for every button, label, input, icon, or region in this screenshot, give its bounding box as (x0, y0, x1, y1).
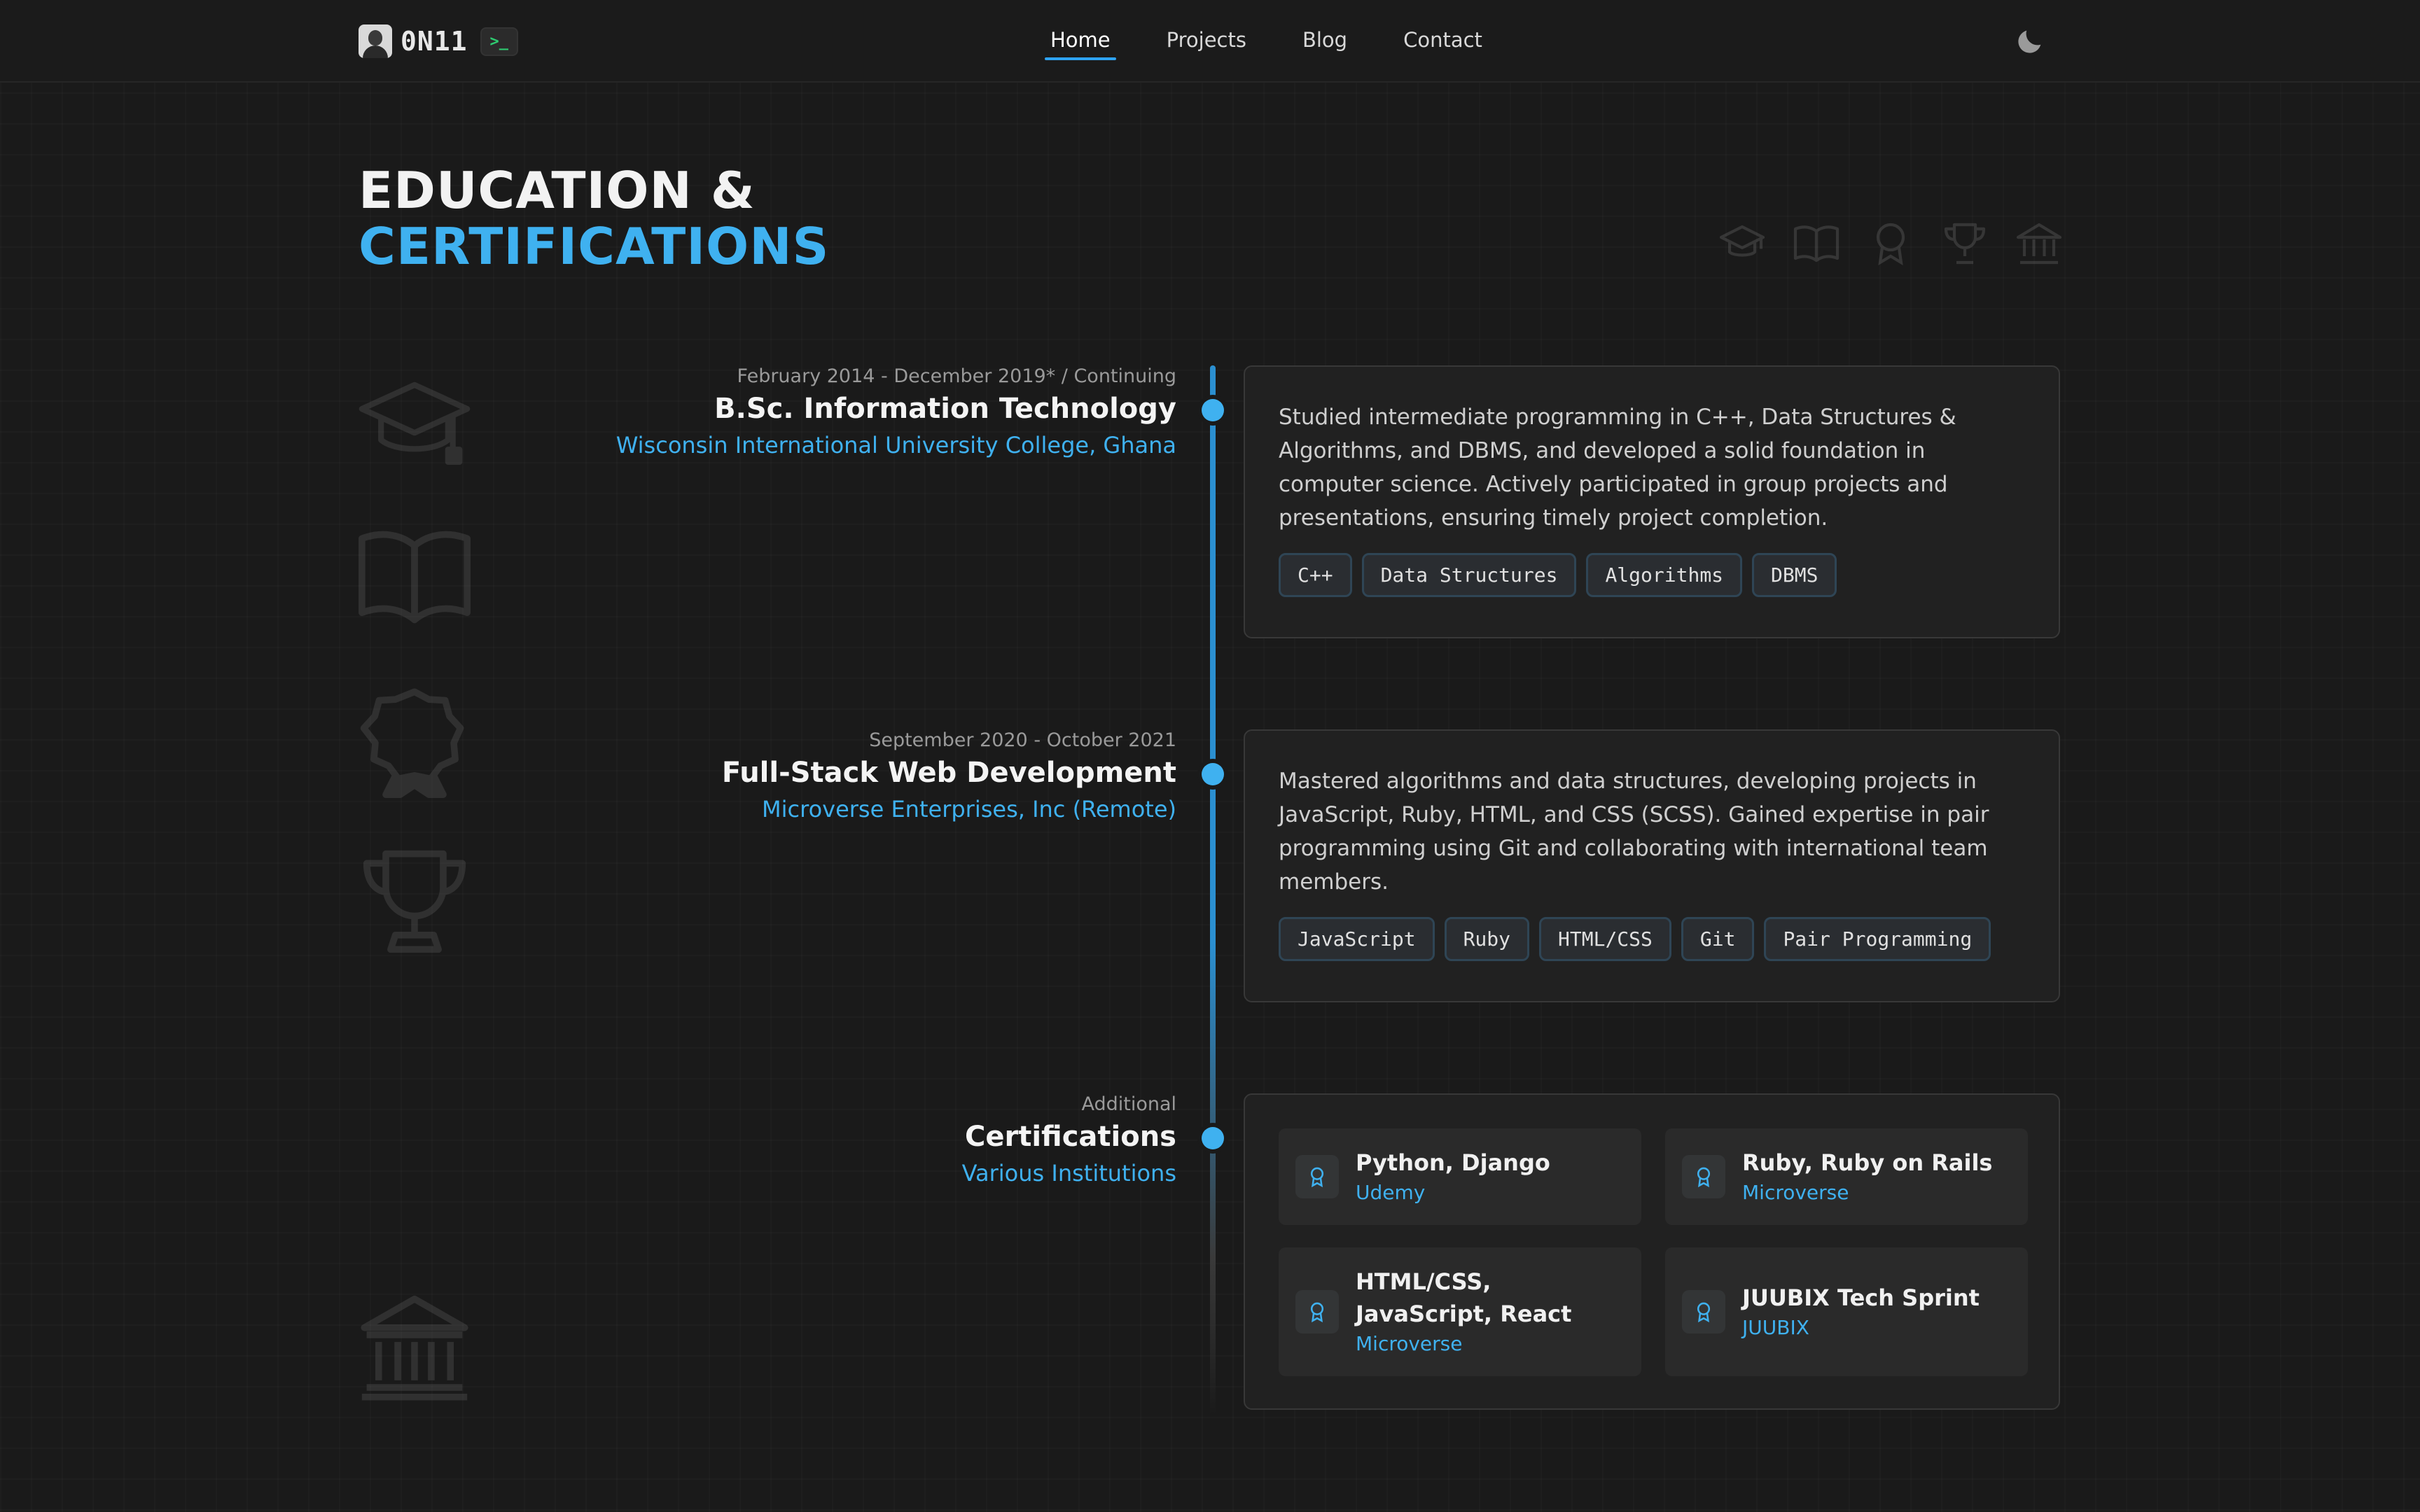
entry-description: Studied intermediate programming in C++,… (1279, 405, 1956, 531)
entry-description: Mastered algorithms and data structures,… (1279, 769, 1989, 895)
skill-tag: Git (1681, 917, 1755, 961)
nav-link-blog[interactable]: Blog (1302, 28, 1347, 60)
entry-meta-bsc: February 2014 - December 2019* / Continu… (476, 364, 1176, 462)
entry-institution: Wisconsin International University Colle… (616, 432, 1176, 458)
certification-title: HTML/CSS, JavaScript, React (1356, 1268, 1572, 1327)
certification-org: JUUBIX (1742, 1316, 1809, 1339)
brand-logo[interactable]: 0N11 >_ (359, 24, 519, 59)
entry-institution: Microverse Enterprises, Inc (Remote) (762, 796, 1176, 822)
skill-tag: DBMS (1752, 553, 1837, 597)
certification-title: JUUBIX Tech Sprint (1742, 1284, 1980, 1311)
nav-link-home[interactable]: Home (1045, 28, 1116, 60)
certification-item: HTML/CSS, JavaScript, React Microverse (1279, 1247, 1641, 1376)
entry-card-fullstack: Mastered algorithms and data structures,… (1244, 729, 2060, 1002)
skill-tag: Ruby (1444, 917, 1530, 961)
entry-card-bsc: Studied intermediate programming in C++,… (1244, 365, 2060, 638)
entry-institution: Various Institutions (961, 1160, 1176, 1186)
certification-title: Ruby, Ruby on Rails (1742, 1149, 1993, 1176)
skill-tag: HTML/CSS (1539, 917, 1671, 961)
nav-link-projects[interactable]: Projects (1167, 28, 1246, 60)
timeline-dot (1202, 1127, 1224, 1149)
theme-toggle-button[interactable] (2014, 25, 2046, 57)
graduation-cap-icon (357, 368, 472, 486)
certification-item: JUUBIX Tech Sprint JUUBIX (1665, 1247, 2028, 1376)
certification-org: Microverse (1742, 1181, 1849, 1204)
book-icon (357, 519, 472, 637)
timeline-dot (1202, 763, 1224, 785)
certificate-icon (1682, 1155, 1725, 1198)
timeline-line (1210, 365, 1216, 1415)
entry-meta-fullstack: September 2020 - October 2021 Full-Stack… (476, 728, 1176, 826)
certificate-icon (1295, 1290, 1339, 1334)
avatar (359, 24, 392, 58)
nav-link-contact[interactable]: Contact (1403, 28, 1482, 60)
entry-date: February 2014 - December 2019* / Continu… (737, 365, 1176, 387)
skill-tag: Pair Programming (1764, 917, 1991, 961)
entry-date: Additional (1081, 1093, 1176, 1115)
timeline-dot (1202, 399, 1224, 421)
award-icon (1876, 223, 1905, 266)
institution-icon (357, 1289, 472, 1407)
graduation-cap-icon (1719, 225, 1765, 257)
skill-tag: Algorithms (1586, 553, 1743, 597)
skill-tag: Data Structures (1361, 553, 1577, 597)
trophy-icon (1944, 223, 1986, 265)
entry-date: September 2020 - October 2021 (869, 729, 1176, 751)
certification-item: Python, Django Udemy (1279, 1128, 1641, 1225)
decorative-icons (1717, 218, 2064, 269)
entry-title: Certifications (965, 1121, 1176, 1153)
moon-icon (2018, 30, 2041, 53)
skill-tag: C++ (1279, 553, 1352, 597)
certificate-icon (1295, 1155, 1339, 1198)
navbar: 0N11 >_ Home Projects Blog Contact (0, 0, 2420, 83)
brand-name: 0N11 (401, 26, 468, 57)
terminal-icon: >_ (480, 27, 519, 56)
entry-title: B.Sc. Information Technology (714, 393, 1176, 425)
nav-links: Home Projects Blog Contact (1045, 28, 1538, 60)
page-title-line1: EDUCATION & (359, 161, 756, 220)
skill-tag: JavaScript (1279, 917, 1435, 961)
skill-tags: C++ Data Structures Algorithms DBMS (1279, 553, 2025, 597)
certificate-icon (1682, 1290, 1725, 1334)
entry-card-certifications: Python, Django Udemy Ruby, Ruby on Rails… (1244, 1093, 2060, 1410)
award-icon (357, 685, 472, 802)
entry-title: Full-Stack Web Development (721, 757, 1176, 789)
certification-org: Microverse (1356, 1332, 1463, 1355)
certification-grid: Python, Django Udemy Ruby, Ruby on Rails… (1279, 1128, 2028, 1376)
certification-item: Ruby, Ruby on Rails Microverse (1665, 1128, 2028, 1225)
certification-title: Python, Django (1356, 1149, 1550, 1176)
institution-icon (2016, 223, 2062, 265)
entry-meta-certifications: Additional Certifications Various Instit… (476, 1092, 1176, 1190)
skill-tags: JavaScript Ruby HTML/CSS Git Pair Progra… (1279, 917, 2025, 961)
page-title-line2: CERTIFICATIONS (359, 217, 830, 276)
page-title: EDUCATION & CERTIFICATIONS (359, 162, 829, 274)
certification-org: Udemy (1356, 1181, 1426, 1204)
trophy-icon (357, 844, 472, 962)
book-icon (1793, 225, 1840, 262)
